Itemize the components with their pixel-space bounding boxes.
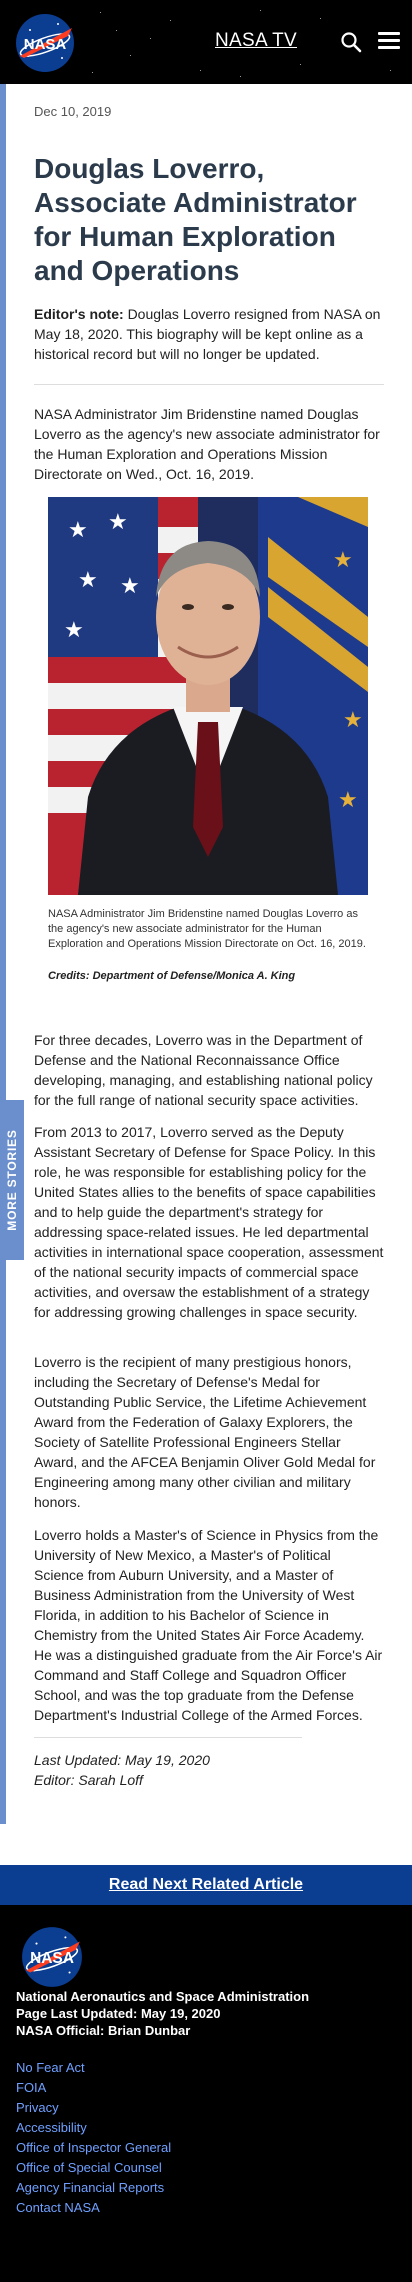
- nasa-tv-link[interactable]: NASA TV: [215, 30, 297, 52]
- footer-link-privacy[interactable]: Privacy: [16, 2098, 171, 2118]
- footer-link-special-counsel[interactable]: Office of Special Counsel: [16, 2158, 171, 2178]
- nasa-meatball-icon: NASA: [22, 1927, 82, 1987]
- footer-nasa-logo[interactable]: NASA: [20, 1925, 84, 1989]
- portrait-illustration: ★ ★ ★ ★ ★ ★ ★ ★: [48, 497, 368, 895]
- hamburger-menu-icon: [378, 32, 400, 49]
- publish-date: Dec 10, 2019: [34, 104, 112, 119]
- footer-links: No Fear Act FOIA Privacy Accessibility O…: [16, 2058, 171, 2218]
- last-updated: Last Updated: May 19, 2020: [34, 1752, 210, 1768]
- divider: [34, 384, 384, 385]
- menu-button[interactable]: [378, 32, 400, 50]
- svg-text:★: ★: [333, 547, 353, 572]
- footer-link-financial-reports[interactable]: Agency Financial Reports: [16, 2178, 171, 2198]
- site-header: NASA NASA TV: [0, 0, 412, 84]
- footer-link-inspector-general[interactable]: Office of Inspector General: [16, 2138, 171, 2158]
- footer-link-no-fear-act[interactable]: No Fear Act: [16, 2058, 171, 2078]
- editor-note: Editor's note: Douglas Loverro resigned …: [34, 304, 384, 364]
- nasa-logo[interactable]: NASA: [14, 12, 76, 74]
- nasa-official: NASA Official: Brian Dunbar: [16, 2023, 191, 2038]
- body-paragraph: Loverro holds a Master's of Science in P…: [34, 1527, 383, 1723]
- svg-text:★: ★: [108, 509, 128, 534]
- footer-link-accessibility[interactable]: Accessibility: [16, 2118, 171, 2138]
- portrait-image[interactable]: ★ ★ ★ ★ ★ ★ ★ ★: [48, 497, 368, 895]
- side-accent-strip: [0, 84, 6, 1824]
- editor-note-label: Editor's note:: [34, 306, 124, 322]
- site-footer: NASA National Aeronautics and Space Admi…: [0, 1905, 412, 2282]
- svg-text:★: ★: [120, 573, 140, 598]
- intro-paragraph: NASA Administrator Jim Bridenstine named…: [34, 406, 380, 482]
- footer-org-info: National Aeronautics and Space Administr…: [16, 1988, 309, 2039]
- svg-text:★: ★: [64, 617, 84, 642]
- nasa-meatball-icon: NASA: [16, 14, 74, 72]
- svg-text:★: ★: [343, 707, 363, 732]
- page-last-updated: Page Last Updated: May 19, 2020: [16, 2006, 221, 2021]
- svg-text:NASA: NASA: [30, 1950, 74, 1967]
- search-button[interactable]: [340, 31, 362, 53]
- svg-text:★: ★: [68, 517, 88, 542]
- search-icon: [341, 32, 362, 53]
- editor-credit: Editor: Sarah Loff: [34, 1772, 143, 1788]
- page: NASA NASA TV MORE STORIES Dec 10, 2019 D…: [0, 0, 412, 2282]
- page-title: Douglas Loverro, Associate Administrator…: [34, 153, 357, 286]
- read-next-button[interactable]: Read Next Related Article: [0, 1865, 412, 1905]
- more-stories-label: MORE STORIES: [5, 1129, 19, 1231]
- footer-link-foia[interactable]: FOIA: [16, 2078, 171, 2098]
- footer-link-contact-nasa[interactable]: Contact NASA: [16, 2198, 171, 2218]
- image-credits: Credits: Department of Defense/Monica A.…: [48, 970, 296, 982]
- svg-text:★: ★: [78, 567, 98, 592]
- image-caption: NASA Administrator Jim Bridenstine named…: [48, 908, 366, 950]
- org-name: National Aeronautics and Space Administr…: [16, 1989, 310, 2004]
- more-stories-tab[interactable]: MORE STORIES: [0, 1100, 24, 1260]
- svg-text:NASA: NASA: [24, 36, 67, 53]
- body-paragraph: From 2013 to 2017, Loverro served as the…: [34, 1124, 384, 1320]
- body-paragraph: For three decades, Loverro was in the De…: [34, 1032, 373, 1108]
- svg-text:★: ★: [338, 787, 358, 812]
- divider: [34, 1737, 302, 1738]
- body-paragraph: Loverro is the recipient of many prestig…: [34, 1354, 376, 1510]
